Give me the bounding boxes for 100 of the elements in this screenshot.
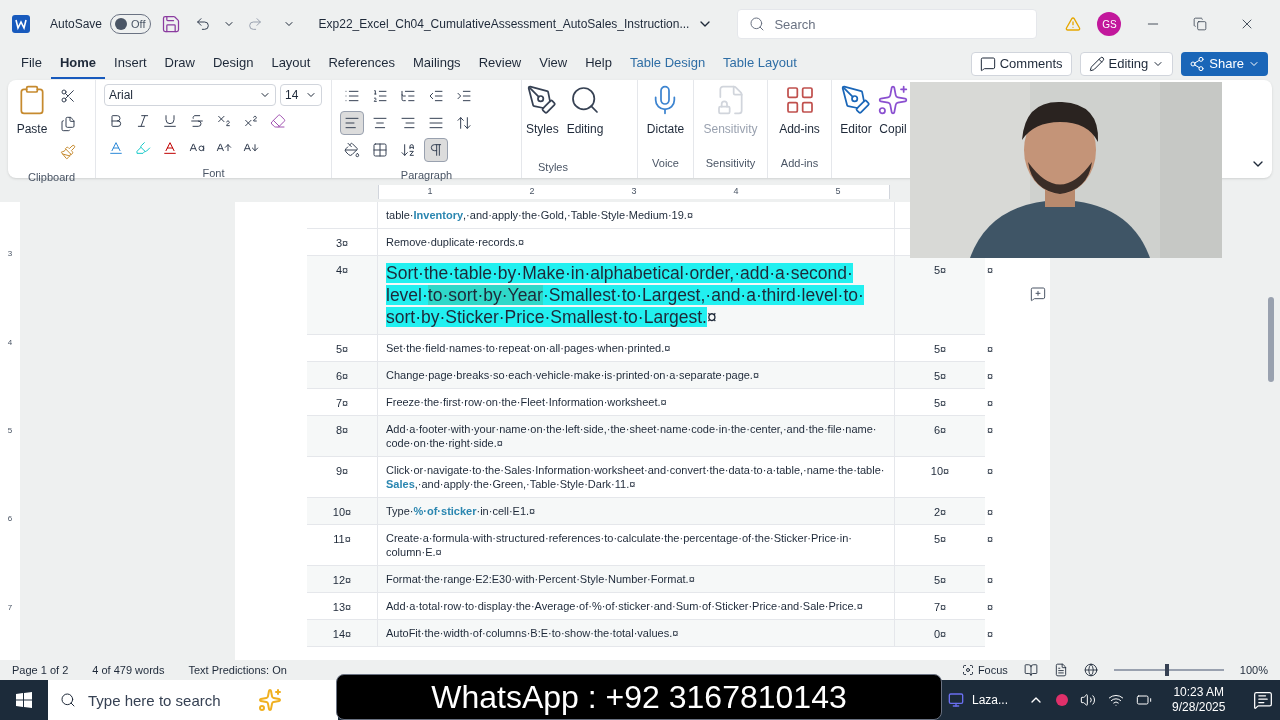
taskbar-app[interactable]: Laza... [948, 691, 1009, 709]
editing-mode-button[interactable]: Editing [1079, 52, 1174, 76]
group-label: Sensitivity [705, 157, 756, 169]
points-value: 5¤ [933, 533, 947, 545]
instruction-text: Freeze·the·first·row·on·the·Fleet·Information·worksheet.¤ [386, 395, 668, 409]
instruction-text: table·Inventory,·and·apply·the·Gold,·Table·Style·Medium·19.¤ [386, 208, 695, 222]
ruler-number: 4 [733, 185, 739, 199]
end-of-row-mark: ¤ [987, 532, 994, 547]
row-number: 9¤ [335, 465, 349, 477]
ribbon-tab[interactable]: Mailings [403, 49, 470, 79]
highlighted-text: Sort·the·table·by·Make·in·alphabetical·order,·add·a·second· [386, 263, 853, 283]
points-value: 7¤ [933, 601, 947, 613]
ribbon-tab[interactable]: File [12, 49, 51, 79]
instruction-text: Type·%·of·sticker·in·cell·E1.¤ [386, 504, 537, 518]
page-count[interactable]: Page 1 of 2 [12, 661, 69, 679]
end-of-row-mark: ¤ [987, 505, 994, 520]
ribbon-tab[interactable]: View [530, 49, 577, 79]
ruler-number: 5 [835, 185, 841, 199]
focus-button[interactable]: Focus [961, 661, 1008, 679]
ribbon-tab[interactable]: References [319, 49, 404, 79]
row-number: 6¤ [335, 370, 349, 382]
instruction-text: AutoFit·the·width·of·columns·B:E·to·show·the·total·values.¤ [386, 626, 680, 640]
ribbon-tab[interactable]: Table Layout [714, 49, 806, 79]
row-number: 13¤ [332, 601, 352, 613]
font-size-field[interactable]: 14 [280, 84, 322, 106]
clock-date[interactable]: 9/28/2025 [1172, 700, 1226, 715]
row-number: 3¤ [335, 237, 349, 249]
ribbon-tab[interactable]: Table Design [620, 49, 715, 79]
font-name-field[interactable]: Arial [104, 84, 276, 106]
instruction-text: Change·page·breaks·so·each·vehicle·make·is·printed·on·a·separate·page.¤ [386, 368, 761, 382]
instruction-text: Add·a·total·row·to·display·the·Average·of·%·of·sticker·and·Sum·of·Sticker·Price·and·Sale·Price.¤ [386, 599, 864, 613]
autosave-label: AutoSave [50, 16, 103, 33]
ribbon-tab[interactable]: Draw [155, 49, 204, 79]
instruction-text: Set·the·field·names·to·repeat·on·all·pages·when·printed.¤ [386, 341, 672, 355]
ruler-number: 2 [529, 185, 535, 199]
row-number: 10¤ [332, 506, 352, 518]
row-number: 5¤ [335, 343, 349, 355]
text-predictions-status[interactable]: Text Predictions: On [188, 661, 287, 679]
ruler-number: 4 [7, 336, 13, 349]
paste-button[interactable]: Paste [12, 80, 52, 154]
instruction-text: Remove·duplicate·records.¤ [386, 235, 526, 249]
ribbon-tab[interactable]: Insert [105, 49, 156, 79]
selected-text: to·sort·by·Year [427, 285, 543, 305]
highlighted-text: ·Smallest·to·Largest,·and·a·third·level·to· [542, 285, 864, 305]
ruler-number: 3 [7, 248, 13, 261]
dictate-button[interactable]: Dictate [642, 80, 689, 150]
document-title[interactable]: Exp22_Excel_Ch04_CumulativeAssessment_AutoSales_Instruction... [318, 15, 690, 33]
group-label: Voice [652, 157, 679, 169]
ribbon-tab[interactable]: Layout [262, 49, 320, 79]
points-value: 2¤ [933, 506, 947, 518]
ruler-number: 7 [7, 601, 13, 614]
points-value: 0¤ [933, 628, 947, 640]
end-of-row-mark: ¤ [987, 600, 994, 615]
end-of-row-mark: ¤ [987, 263, 994, 278]
group-label: Add-ins [780, 157, 819, 169]
group-label: Clipboard [27, 171, 76, 183]
clock-time[interactable]: 10:23 AM [1173, 685, 1225, 700]
row-number: 14¤ [332, 628, 352, 640]
editor-button[interactable]: Editor [836, 80, 876, 154]
row-number: 4¤ [335, 264, 349, 276]
instruction-text: Format·the·range·E2:E30·with·Percent·Style·Number·Format.¤ [386, 572, 696, 586]
copilot-button[interactable]: Copil [876, 80, 910, 154]
zoom-level[interactable]: 100% [1239, 661, 1268, 679]
end-of-row-mark: ¤ [987, 573, 994, 588]
row-number: 11¤ [333, 533, 351, 545]
row-number: 7¤ [335, 397, 349, 409]
end-of-row-mark: ¤ [987, 369, 994, 384]
share-button[interactable]: Share [1181, 52, 1268, 76]
ruler-number: 5 [7, 424, 13, 437]
points-value: 5¤ [933, 370, 947, 382]
editing-button[interactable]: Editing [562, 80, 608, 154]
row-number: 12¤ [332, 574, 352, 586]
taskbar-search-field[interactable]: Type here to search [48, 680, 338, 720]
end-of-row-mark: ¤ [987, 627, 994, 642]
points-value: 5¤ [933, 343, 947, 355]
overlay-banner: WhatsApp : +92 3167810143 [336, 674, 942, 720]
highlighted-text: level· [386, 285, 428, 305]
points-value: 5¤ [933, 574, 947, 586]
comments-button[interactable]: Comments [970, 52, 1072, 76]
word-count[interactable]: 4 of 479 words [92, 661, 165, 679]
points-value: 6¤ [933, 424, 947, 436]
row-number: 8¤ [335, 424, 349, 436]
ribbon-tab[interactable]: Help [576, 49, 621, 79]
ribbon-tab[interactable]: Design [203, 49, 263, 79]
end-of-row-mark: ¤ [987, 423, 994, 438]
points-value: 10¤ [930, 465, 950, 477]
end-of-row-mark: ¤ [987, 396, 994, 411]
styles-button[interactable]: Styles [522, 80, 563, 154]
instruction-text: Add·a·footer·with·your·name·on·the·left·side,·the·sheet·name·code·in·the·center,·and·the·file·name·code·on·the·right·side.¤ [386, 422, 878, 450]
search-field[interactable]: Search [737, 9, 1038, 39]
paragraph-mark: ¤ [706, 307, 717, 327]
instruction-text: Click·or·navigate·to·the·Sales·Information·worksheet·and·convert·the·data·to·a·table,·name·the·table·Sales,·and·apply·the·Green,·Table·Style·Dark·11.¤ [386, 463, 886, 491]
add-ins-button[interactable]: Add-ins [775, 80, 824, 150]
user-avatar[interactable]: GS [1097, 12, 1122, 36]
end-of-row-mark: ¤ [987, 464, 994, 479]
group-label: Styles [538, 161, 568, 173]
points-value: 5¤ [933, 397, 947, 409]
end-of-row-mark: ¤ [987, 342, 994, 357]
group-label: Font [202, 167, 225, 179]
ribbon-tab[interactable]: Review [469, 49, 531, 79]
